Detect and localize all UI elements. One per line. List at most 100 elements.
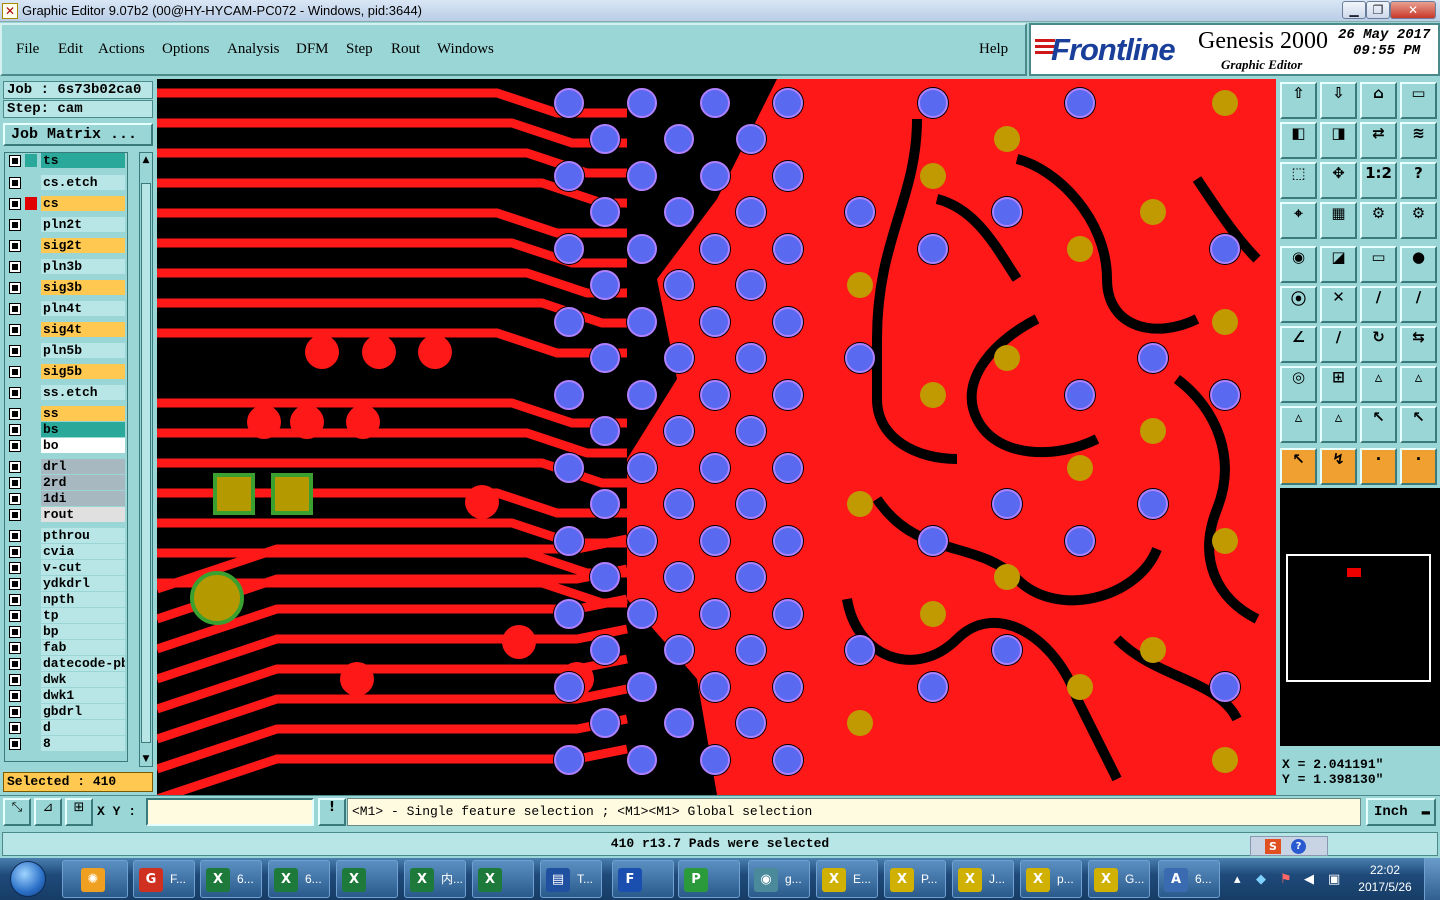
layer-row[interactable]: datecode-pbe: [5, 656, 129, 671]
taskbar-item[interactable]: A 6...: [1158, 860, 1220, 898]
layer-color-swatch[interactable]: [25, 239, 37, 252]
layer-checkbox[interactable]: [9, 722, 21, 734]
minimize-button[interactable]: ▁: [1342, 1, 1366, 19]
zoom-out-icon[interactable]: ▭: [1400, 82, 1437, 119]
layer-checkbox[interactable]: [9, 408, 21, 420]
taskbar-item[interactable]: G F...: [133, 860, 195, 898]
layer-color-swatch[interactable]: [25, 492, 37, 505]
mirror-icon[interactable]: ⇆: [1400, 326, 1437, 363]
route-icon[interactable]: ·: [1400, 448, 1437, 485]
layer-row[interactable]: pln5b: [5, 343, 129, 358]
taskbar-pinned-app[interactable]: ✺: [62, 860, 128, 898]
layer-name[interactable]: ts: [41, 153, 125, 168]
taskbar-item[interactable]: X J...: [952, 860, 1014, 898]
clock[interactable]: 22:02 2017/5/26: [1352, 862, 1418, 896]
layer-name[interactable]: cs: [41, 196, 125, 211]
layer-checkbox[interactable]: [9, 345, 21, 357]
select-icon[interactable]: ↖: [1280, 448, 1317, 485]
menu-rout[interactable]: Rout: [391, 41, 420, 58]
stretch-icon[interactable]: ▵: [1360, 366, 1397, 403]
layer-name[interactable]: 8: [41, 736, 125, 751]
layer-checkbox[interactable]: [9, 690, 21, 702]
pitch-icon[interactable]: ↖: [1360, 406, 1397, 443]
layer-row[interactable]: pln4t: [5, 301, 129, 316]
xy-input[interactable]: [146, 798, 314, 826]
layer-row[interactable]: dwk: [5, 672, 129, 687]
filter-icon[interactable]: ≋: [1400, 122, 1437, 159]
tray-flag-icon[interactable]: ⚑: [1280, 872, 1292, 887]
layer-row[interactable]: bs: [5, 422, 129, 437]
layer-row[interactable]: sig4t: [5, 322, 129, 337]
layer-checkbox[interactable]: [9, 282, 21, 294]
layer-row[interactable]: pthrou: [5, 528, 129, 543]
layer-checkbox[interactable]: [9, 738, 21, 750]
layer-color-swatch[interactable]: [25, 154, 37, 167]
layer-color-swatch[interactable]: [25, 218, 37, 231]
layer-name[interactable]: d: [41, 720, 125, 735]
layer-row[interactable]: cs: [5, 196, 129, 211]
ratio-icon[interactable]: 1:2: [1360, 162, 1397, 199]
layer-name[interactable]: pln5b: [41, 343, 125, 358]
layer-color-swatch[interactable]: [25, 386, 37, 399]
layer-checkbox[interactable]: [9, 674, 21, 686]
snap-icon[interactable]: ⊞: [65, 798, 93, 826]
layer-name[interactable]: datecode-pbe: [41, 656, 125, 671]
layer-color-swatch[interactable]: [25, 625, 37, 638]
taskbar-item[interactable]: ▤ T...: [540, 860, 602, 898]
layer-color-swatch[interactable]: [25, 721, 37, 734]
taskbar-item[interactable]: P: [678, 860, 740, 898]
layer-color-swatch[interactable]: [25, 673, 37, 686]
layer-name[interactable]: dwk: [41, 672, 125, 687]
tray-network-icon[interactable]: ◆: [1256, 872, 1266, 887]
layer-checkbox[interactable]: [9, 509, 21, 521]
layer-checkbox[interactable]: [9, 303, 21, 315]
layer-color-swatch[interactable]: [25, 407, 37, 420]
layer-name[interactable]: bs: [41, 422, 125, 437]
layer-color-swatch[interactable]: [25, 344, 37, 357]
layer-color-swatch[interactable]: [25, 197, 37, 210]
layer-checkbox[interactable]: [9, 424, 21, 436]
layer-name[interactable]: ss.etch: [41, 385, 125, 400]
layer-checkbox[interactable]: [9, 261, 21, 273]
layer-name[interactable]: ydkdrl: [41, 576, 125, 591]
dim-icon[interactable]: ▵: [1280, 406, 1317, 443]
layer-checkbox[interactable]: [9, 155, 21, 167]
layer-name[interactable]: pln2t: [41, 217, 125, 232]
scroll-up-icon[interactable]: ▲: [140, 154, 152, 166]
menu-dfm[interactable]: DFM: [296, 41, 329, 58]
layer-name[interactable]: ss: [41, 406, 125, 421]
layer-row[interactable]: dwk1: [5, 688, 129, 703]
graphic-canvas[interactable]: [157, 79, 1276, 795]
layer-checkbox[interactable]: [9, 177, 21, 189]
layer-row[interactable]: bo: [5, 438, 129, 453]
layer-name[interactable]: sig5b: [41, 364, 125, 379]
zoom-home-icon[interactable]: ⇧: [1280, 82, 1317, 119]
layer-color-swatch[interactable]: [25, 476, 37, 489]
ruler-icon[interactable]: ▭: [1360, 246, 1397, 283]
taskbar-item[interactable]: Xp...: [1020, 860, 1082, 898]
layer-color-swatch[interactable]: [25, 302, 37, 315]
layer-color-swatch[interactable]: [25, 460, 37, 473]
layer-color-swatch[interactable]: [25, 737, 37, 750]
pad-icon[interactable]: ●: [1400, 246, 1437, 283]
layer-checkbox[interactable]: [9, 240, 21, 252]
layer-checkbox[interactable]: [9, 530, 21, 542]
layer-name[interactable]: sig4t: [41, 322, 125, 337]
taskbar-item[interactable]: X G...: [1088, 860, 1150, 898]
layer-checkbox[interactable]: [9, 219, 21, 231]
layer-name[interactable]: npth: [41, 592, 125, 607]
move-icon[interactable]: ⊞: [1320, 366, 1357, 403]
zoom-in-icon[interactable]: ⇩: [1320, 82, 1357, 119]
layer-checkbox[interactable]: [9, 198, 21, 210]
layer-name[interactable]: drl: [41, 459, 125, 474]
line-add-icon[interactable]: ∕: [1360, 286, 1397, 323]
feature-icon[interactable]: ◉: [1280, 246, 1317, 283]
taskbar-item[interactable]: X: [336, 860, 398, 898]
layer-name[interactable]: rout: [41, 507, 125, 522]
overview-map[interactable]: [1280, 488, 1440, 746]
layer-row[interactable]: tp: [5, 608, 129, 623]
layer-color-swatch[interactable]: [25, 439, 37, 452]
help-icon[interactable]: !: [318, 798, 346, 826]
layer-color-swatch[interactable]: [25, 323, 37, 336]
layer-color-swatch[interactable]: [25, 609, 37, 622]
